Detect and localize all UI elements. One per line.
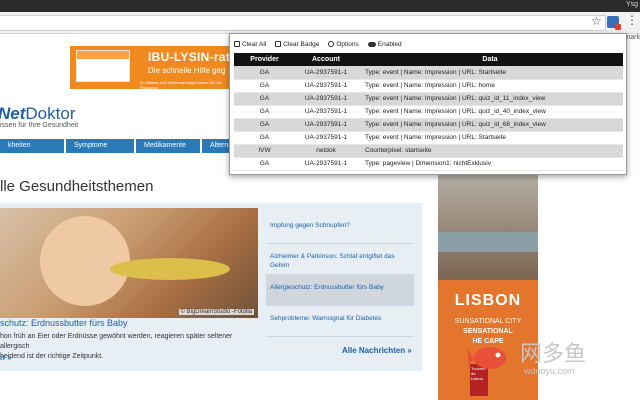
nav-krankheiten[interactable]: kheiten <box>0 139 64 153</box>
table-row[interactable]: GA UA-2937591-1 Type: event | Name: Impr… <box>234 92 623 106</box>
provider-cell: GA <box>234 131 295 145</box>
news-item-active[interactable]: Allergieschutz: Erdnussbutter fürs Baby <box>266 275 414 306</box>
account-cell: UA-2937591-1 <box>295 105 357 119</box>
lisbon-ad-line: SUNSATIONAL CITY <box>454 318 522 325</box>
account-cell: UA-2937591-1 <box>295 66 357 80</box>
column-header[interactable]: Provider <box>234 53 295 66</box>
nav-symptome[interactable]: Symptome <box>66 139 134 153</box>
table-row[interactable]: IVW netdok Counterpixel: startseite <box>234 144 623 158</box>
featured-text-line: heidend ist der richtige Zeitpunkt. <box>0 353 104 360</box>
column-header[interactable]: Data <box>357 53 623 66</box>
lisbon-photo <box>438 172 538 280</box>
site-tagline: issen für Ihre Gesundheit <box>0 122 79 129</box>
tag-inspector-popup: Clear All Clear Badge Options Enabled Pr… <box>229 33 627 175</box>
news-item[interactable]: Alzheimer & Parkinson: Schlaf entgiftet … <box>266 244 414 275</box>
checkbox-icon <box>275 41 282 47</box>
watermark-cn: 网多鱼 <box>520 342 587 367</box>
tracking-extension-icon[interactable] <box>607 16 621 30</box>
enabled-toggle[interactable]: Enabled <box>367 40 402 48</box>
news-item[interactable]: Sehprobleme: Warnsignal für Diabetes <box>266 306 414 337</box>
ad-product-image <box>76 50 130 82</box>
section-title: lle Gesundheitsthemen <box>0 178 154 195</box>
data-cell: Type: event | Name: Impression | URL: St… <box>357 66 623 80</box>
bookmark-star-icon[interactable]: ☆ <box>591 14 602 28</box>
options-label: Options <box>336 40 359 48</box>
featured-image[interactable]: © BigDreamStudio -Fotolia <box>0 208 258 318</box>
news-list: Impfung gegen Schnupfen? Alzheimer & Par… <box>266 213 414 337</box>
hits-table: Provider Account Data GA UA-2937591-1 Ty… <box>234 53 623 171</box>
table-row[interactable]: GA UA-2937591-1 Type: event | Name: Impr… <box>234 105 623 119</box>
data-cell: Counterpixel: startseite <box>357 144 623 158</box>
url-input[interactable] <box>0 15 606 31</box>
ad-banner[interactable]: IBU-LYSIN-rati Die schnelle Hilfe geg Zu… <box>70 46 240 89</box>
clear-all-button[interactable]: Clear All <box>234 41 266 48</box>
window-title-strip: Ysg <box>0 0 640 12</box>
site-logo[interactable]: NetDoktor <box>0 104 75 124</box>
provider-cell: GA <box>234 118 295 132</box>
table-row[interactable]: GA UA-2937591-1 Type: event | Name: Impr… <box>234 118 623 132</box>
provider-cell: GA <box>234 105 295 119</box>
data-cell: Type: event | Name: Impression | URL: ho… <box>357 79 623 93</box>
watermark: 网多鱼 wduoyu.com <box>468 334 638 390</box>
fish-logo-icon <box>468 347 506 369</box>
nav-medikamente[interactable]: Medikamente <box>136 139 200 153</box>
provider-cell: GA <box>234 79 295 93</box>
profile-name[interactable]: Ysg <box>626 1 638 8</box>
data-cell: Type: event | Name: Impression | URL: St… <box>357 131 623 145</box>
table-header-row: Provider Account Data <box>234 53 623 66</box>
enabled-label: Enabled <box>377 40 402 48</box>
account-cell: UA-2937591-1 <box>295 157 357 171</box>
browser-menu-icon[interactable]: ⋮ <box>626 14 638 26</box>
account-cell: netdok <box>295 144 357 158</box>
image-credit: © BigDreamStudio -Fotolia <box>178 309 254 315</box>
ad-title: IBU-LYSIN-rati <box>148 50 234 64</box>
table-row[interactable]: GA UA-2937591-1 Type: event | Name: Impr… <box>234 66 623 80</box>
clear-badge-button[interactable]: Clear Badge <box>275 41 319 48</box>
address-bar <box>0 12 640 34</box>
data-cell: Type: event | Name: Impression | URL: qu… <box>357 92 623 106</box>
featured-more-link[interactable]: n » <box>0 353 12 362</box>
table-row[interactable]: GA UA-2937591-1 Type: pageview | Dimensi… <box>234 157 623 171</box>
lisbon-ad-title: LISBON <box>454 292 522 309</box>
options-button[interactable]: Options <box>328 40 359 48</box>
featured-title[interactable]: schutz: Erdnussbutter fürs Baby <box>0 318 128 328</box>
toggle-icon <box>367 41 376 47</box>
ad-fine-print: Zu Risiken und Nebenwirkungen lesen Sie … <box>140 80 222 89</box>
account-cell: UA-2937591-1 <box>295 131 357 145</box>
checkbox-icon <box>234 41 240 47</box>
all-news-link[interactable]: Alle Nachrichten » <box>342 346 412 355</box>
ad-subtitle: Die schnelle Hilfe geg <box>148 66 226 75</box>
featured-text: hon früh an Eier oder Erdnüsse gewöhnt w… <box>0 332 258 362</box>
data-cell: Type: event | Name: Impression | URL: qu… <box>357 105 623 119</box>
watermark-en: wduoyu.com <box>524 366 575 376</box>
logo-bold: Net <box>0 104 26 123</box>
data-cell: Type: event | Name: Impression | URL: qu… <box>357 118 623 132</box>
provider-cell: IVW <box>234 144 295 158</box>
account-cell: UA-2937591-1 <box>295 118 357 132</box>
table-row[interactable]: GA UA-2937591-1 Type: event | Name: Impr… <box>234 131 623 145</box>
featured-text-line: hon früh an Eier oder Erdnüsse gewöhnt w… <box>0 333 233 350</box>
gear-icon <box>328 41 335 47</box>
table-row[interactable]: GA UA-2937591-1 Type: event | Name: Impr… <box>234 79 623 93</box>
data-cell: Type: pageview | Dimension1: nichtExklus… <box>357 157 623 171</box>
popup-toolbar: Clear All Clear Badge Options Enabled <box>234 38 402 50</box>
logo-plain: Doktor <box>25 104 76 123</box>
provider-cell: GA <box>234 92 295 106</box>
account-cell: UA-2937591-1 <box>295 92 357 106</box>
provider-cell: GA <box>234 157 295 171</box>
column-header[interactable]: Account <box>295 53 357 66</box>
news-item[interactable]: Impfung gegen Schnupfen? <box>266 213 414 244</box>
clear-all-label: Clear All <box>242 40 267 48</box>
clear-badge-label: Clear Badge <box>283 40 320 48</box>
account-cell: UA-2937591-1 <box>295 79 357 93</box>
provider-cell: GA <box>234 66 295 80</box>
